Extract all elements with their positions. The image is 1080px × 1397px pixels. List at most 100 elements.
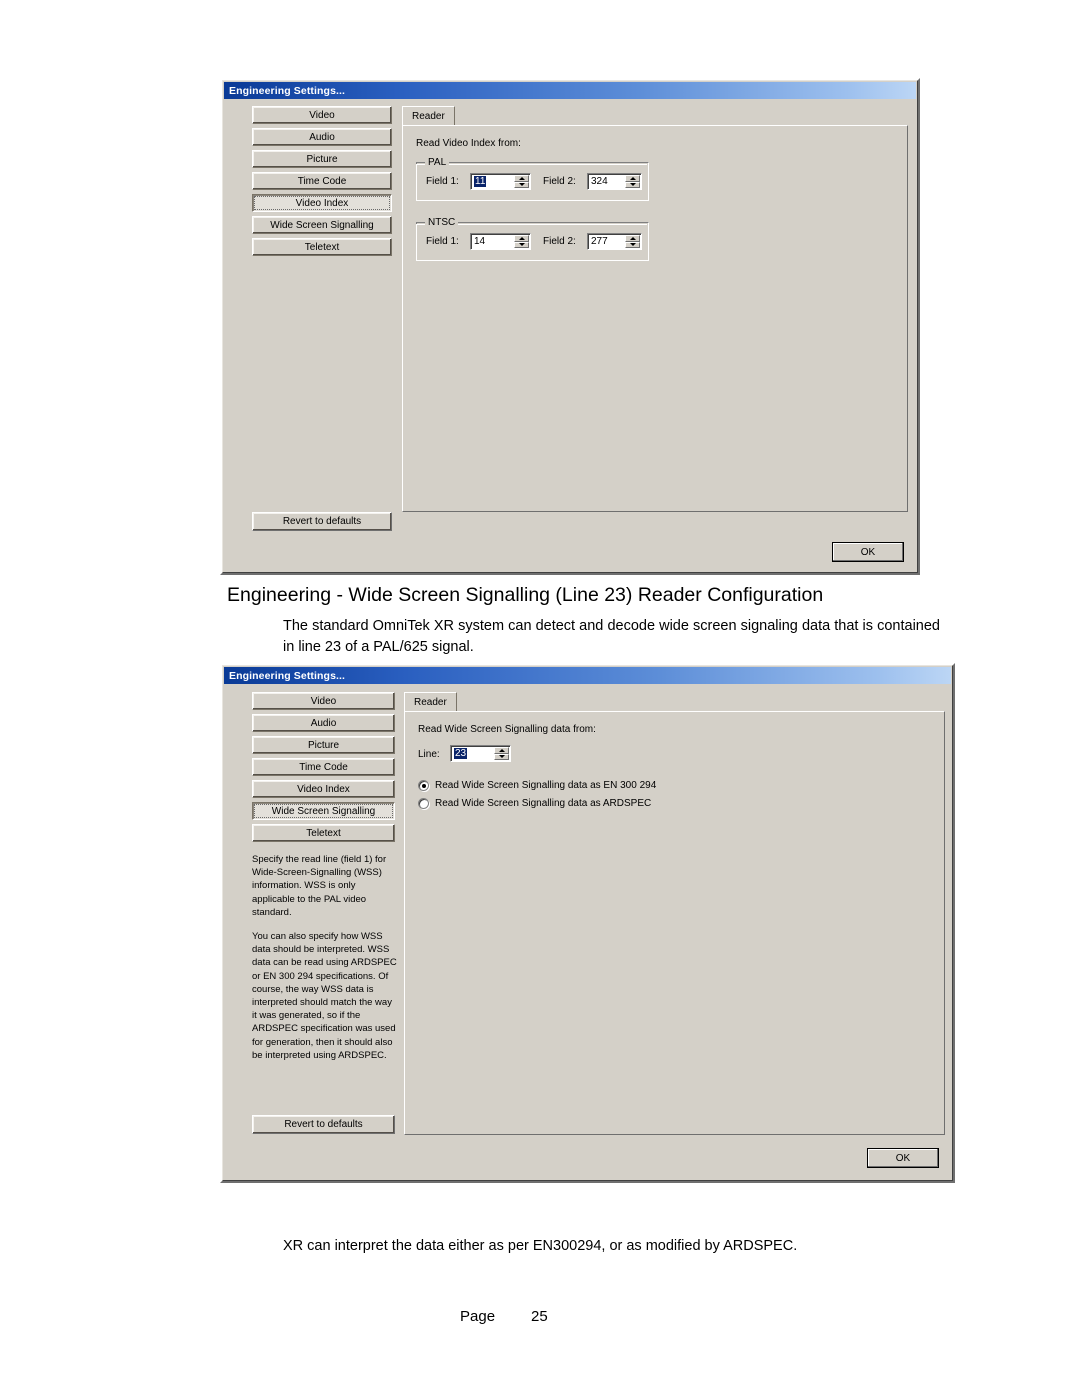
nav-label: Picture [306,153,338,165]
spin-down-button[interactable] [625,181,640,188]
nav-label: Teletext [304,241,340,253]
nav-button-video[interactable]: Video [252,106,392,124]
dialog2-title: Engineering Settings... [229,669,346,682]
pal-field1-spin-buttons[interactable] [514,175,529,188]
radio-option-en300294[interactable]: Read Wide Screen Signalling data as EN 3… [418,780,656,791]
chevron-up-icon [518,236,525,240]
radio-button-icon[interactable] [418,780,429,791]
nav-button-video[interactable]: Video [252,692,395,710]
nav-button-video-index[interactable]: Video Index [252,780,395,798]
dialog2-nav-panel: Video Audio Picture Time Code Video Inde… [252,692,395,846]
ntsc-field1-spin-buttons[interactable] [514,235,529,248]
spin-down-button[interactable] [494,753,509,760]
revert-label: Revert to defaults [284,1119,363,1130]
pal-field1-spinner[interactable]: 11 [470,173,531,190]
nav-button-teletext[interactable]: Teletext [252,824,395,842]
page-heading: Engineering - Wide Screen Signalling (Li… [227,584,824,606]
dialog1-titlebar[interactable]: Engineering Settings... [224,82,916,99]
radio-option-ardspec[interactable]: Read Wide Screen Signalling data as ARDS… [418,798,651,809]
chevron-down-icon [629,243,636,247]
dialog1-title: Engineering Settings... [229,84,346,97]
ntsc-field2-spin-buttons[interactable] [625,235,640,248]
pal-field2-value: 324 [591,176,608,187]
intro-paragraph: The standard OmniTek XR system can detec… [283,618,940,655]
ok-button[interactable]: OK [867,1148,939,1168]
figure-caption: XR can interpret the data either as per … [283,1238,798,1254]
pal-field1-value: 11 [474,176,487,187]
radio-label: Read Wide Screen Signalling data as EN 3… [435,780,657,791]
page-footer-label: Page [460,1308,496,1325]
nav-button-time-code[interactable]: Time Code [252,172,392,190]
read-wss-data-label: Read Wide Screen Signalling data from: [418,724,596,735]
nav-label: Audio [309,131,335,143]
read-video-index-label: Read Video Index from: [416,138,521,149]
chevron-down-icon [629,183,636,187]
pal-field1-label: Field 1: [426,176,459,187]
ntsc-field1-spinner[interactable]: 14 [470,233,531,250]
nav-button-time-code[interactable]: Time Code [252,758,395,776]
ok-label: OK [860,546,876,558]
ntsc-field1-input[interactable]: 14 [471,234,514,249]
tab-label: Reader [412,111,445,122]
radio-button-icon[interactable] [418,798,429,809]
nav-label: Video Index [297,783,350,795]
dialog1-nav-panel: Video Audio Picture Time Code Video Inde… [252,106,392,260]
ntsc-field2-spinner[interactable]: 277 [587,233,642,250]
pal-field2-spin-buttons[interactable] [625,175,640,188]
nav-label: Picture [307,739,340,751]
line-spinner[interactable]: 23 [450,745,511,762]
pal-group-title: PAL [425,157,450,168]
revert-label: Revert to defaults [282,516,362,527]
nav-button-audio[interactable]: Audio [252,714,395,732]
pal-field2-spinner[interactable]: 324 [587,173,642,190]
nav-label: Video [310,695,337,707]
page-number: 25 [531,1308,548,1325]
line-input[interactable]: 23 [451,746,494,761]
help-paragraph-2: You can also specify how WSS data should… [252,931,397,1061]
nav-button-video-index[interactable]: Video Index [252,194,392,212]
spin-down-button[interactable] [514,181,529,188]
help-paragraph-1: Specify the read line (field 1) for Wide… [252,854,387,918]
revert-to-defaults-button[interactable]: Revert to defaults [252,512,392,531]
nav-label: Time Code [297,175,347,187]
dialog1-tabstrip: Reader [402,106,902,126]
chevron-up-icon [629,236,636,240]
chevron-down-icon [518,243,525,247]
nav-button-wide-screen-signalling[interactable]: Wide Screen Signalling [252,216,392,234]
pal-field1-input[interactable]: 11 [471,174,514,189]
line-value: 23 [454,748,468,759]
tab-reader[interactable]: Reader [402,106,455,126]
engineering-settings-dialog-video-index: Engineering Settings... Video Audio Pict… [220,78,920,575]
dialog2-tab-panel: Read Wide Screen Signalling data from: L… [404,711,945,1135]
spin-down-button[interactable] [514,241,529,248]
dialog2-help-text: Specify the read line (field 1) for Wide… [252,853,398,1062]
nav-button-wide-screen-signalling[interactable]: Wide Screen Signalling [252,802,395,820]
revert-to-defaults-button[interactable]: Revert to defaults [252,1115,395,1134]
pal-field2-input[interactable]: 324 [588,174,625,189]
nav-label: Wide Screen Signalling [271,805,376,817]
dialog2-titlebar[interactable]: Engineering Settings... [224,667,951,684]
ntsc-field2-input[interactable]: 277 [588,234,625,249]
ntsc-field2-label: Field 2: [543,236,576,247]
line-label: Line: [418,749,440,760]
nav-label: Teletext [306,827,341,839]
chevron-down-icon [498,755,505,759]
dialog2-tabstrip: Reader [404,692,924,712]
nav-button-picture[interactable]: Picture [252,150,392,168]
chevron-up-icon [629,176,636,180]
ntsc-field1-label: Field 1: [426,236,459,247]
ok-button[interactable]: OK [832,542,904,562]
page-footer: Page 25 [460,1308,548,1325]
line-spin-buttons[interactable] [494,747,509,760]
tab-label: Reader [414,697,447,708]
spin-down-button[interactable] [625,241,640,248]
nav-button-audio[interactable]: Audio [252,128,392,146]
nav-button-teletext[interactable]: Teletext [252,238,392,256]
ok-label: OK [895,1152,911,1164]
tab-reader[interactable]: Reader [404,692,457,712]
nav-label: Time Code [299,761,348,773]
nav-button-picture[interactable]: Picture [252,736,395,754]
nav-label: Audio [310,717,337,729]
pal-field2-label: Field 2: [543,176,576,187]
nav-label: Wide Screen Signalling [270,219,374,231]
